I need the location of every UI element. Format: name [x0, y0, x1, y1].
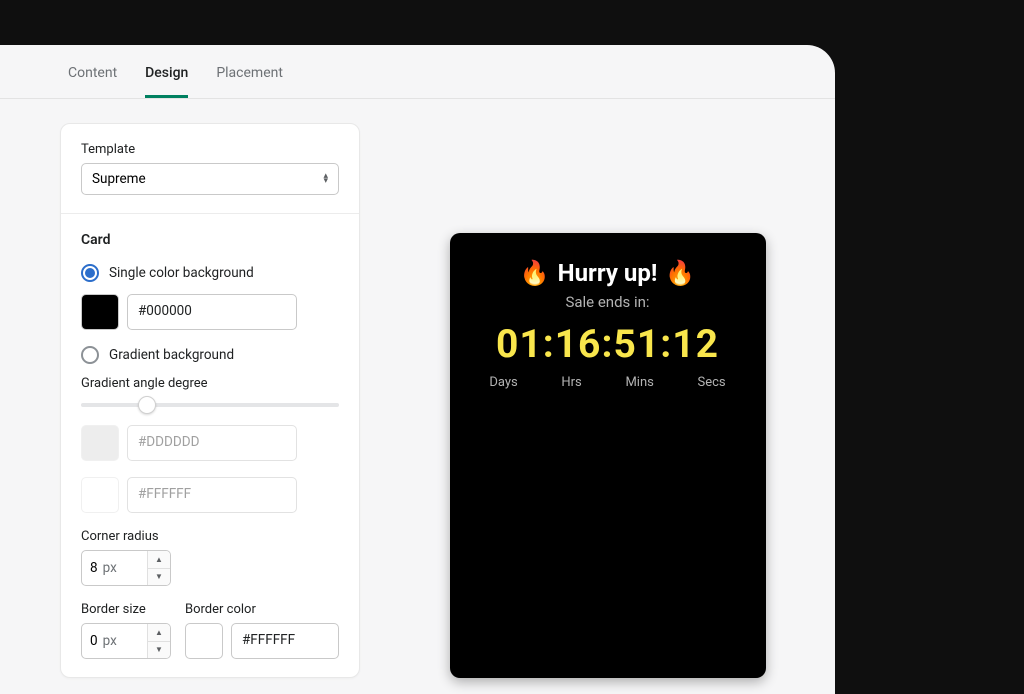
single-color-swatch[interactable] [81, 294, 119, 330]
border-size-group: Border size 0 px ▲ ▼ [81, 602, 171, 659]
gradient-color1-row: #DDDDDD [81, 425, 339, 461]
gradient-radio[interactable] [81, 346, 99, 364]
gradient-color2-input[interactable]: #FFFFFF [127, 477, 297, 513]
border-size-unit: px [103, 633, 117, 649]
border-size-up[interactable]: ▲ [148, 624, 170, 641]
countdown: 01:16:51:12 [460, 321, 756, 367]
border-size-label: Border size [81, 602, 171, 617]
gradient-color1-swatch[interactable] [81, 425, 119, 461]
gradient-angle-slider[interactable] [81, 403, 339, 407]
border-size-stepper[interactable]: 0 px ▲ ▼ [81, 623, 171, 659]
countdown-mins: 51 [614, 321, 661, 367]
template-select-value: Supreme [92, 171, 146, 187]
border-color-swatch[interactable] [185, 623, 223, 659]
corner-radius-down[interactable]: ▼ [148, 568, 170, 586]
preview-area: 🔥 Hurry up! 🔥 Sale ends in: 01:16:51:12 … [420, 123, 795, 678]
fire-icon: 🔥 [520, 259, 550, 287]
slider-thumb[interactable] [138, 396, 156, 414]
preview-subtitle: Sale ends in: [460, 293, 756, 311]
label-days: Days [489, 375, 517, 390]
tab-bar: Content Design Placement [0, 45, 835, 99]
design-panel: Template Supreme ▴▾ Card Single color ba… [60, 123, 360, 678]
single-color-row: #000000 [81, 294, 339, 330]
single-color-radio[interactable] [81, 264, 99, 282]
label-hrs: Hrs [561, 375, 581, 390]
single-color-label: Single color background [109, 265, 254, 281]
corner-radius-label: Corner radius [81, 529, 339, 544]
label-mins: Mins [625, 375, 653, 390]
template-label: Template [81, 142, 339, 157]
card-section: Card Single color background #000000 Gra… [61, 213, 359, 677]
countdown-hrs: 16 [555, 321, 602, 367]
editor-window: Content Design Placement Template Suprem… [0, 45, 835, 694]
border-color-input[interactable]: #FFFFFF [231, 623, 339, 659]
template-select[interactable]: Supreme ▴▾ [81, 163, 339, 195]
single-color-radio-row[interactable]: Single color background [81, 264, 339, 282]
fire-icon: 🔥 [665, 259, 695, 287]
tab-content[interactable]: Content [68, 65, 117, 98]
gradient-radio-row[interactable]: Gradient background [81, 346, 339, 364]
preview-card: 🔥 Hurry up! 🔥 Sale ends in: 01:16:51:12 … [450, 233, 766, 678]
border-row: Border size 0 px ▲ ▼ [81, 602, 339, 659]
countdown-secs: 12 [672, 321, 719, 367]
tab-placement[interactable]: Placement [216, 65, 283, 98]
border-color-label: Border color [185, 602, 339, 617]
border-size-value: 0 [90, 633, 98, 649]
border-size-down[interactable]: ▼ [148, 641, 170, 659]
preview-title: 🔥 Hurry up! 🔥 [460, 259, 756, 287]
corner-radius-value: 8 [90, 560, 98, 576]
template-section: Template Supreme ▴▾ [61, 124, 359, 213]
tab-design[interactable]: Design [145, 65, 188, 98]
gradient-color1-input[interactable]: #DDDDDD [127, 425, 297, 461]
gradient-color2-swatch[interactable] [81, 477, 119, 513]
preview-title-text: Hurry up! [558, 259, 658, 287]
label-secs: Secs [698, 375, 726, 390]
gradient-color2-row: #FFFFFF [81, 477, 339, 513]
corner-radius-group: Corner radius 8 px ▲ ▼ [81, 529, 339, 586]
single-color-input[interactable]: #000000 [127, 294, 297, 330]
corner-radius-stepper[interactable]: 8 px ▲ ▼ [81, 550, 171, 586]
gradient-label: Gradient background [109, 347, 234, 363]
content-area: Template Supreme ▴▾ Card Single color ba… [0, 99, 835, 678]
corner-radius-unit: px [103, 560, 117, 576]
card-heading: Card [81, 232, 339, 248]
select-arrows-icon: ▴▾ [323, 174, 328, 184]
corner-radius-up[interactable]: ▲ [148, 551, 170, 568]
gradient-angle-label: Gradient angle degree [81, 376, 339, 391]
border-color-group: Border color #FFFFFF [185, 602, 339, 659]
countdown-days: 01 [496, 321, 543, 367]
countdown-labels: Days Hrs Mins Secs [460, 375, 756, 390]
